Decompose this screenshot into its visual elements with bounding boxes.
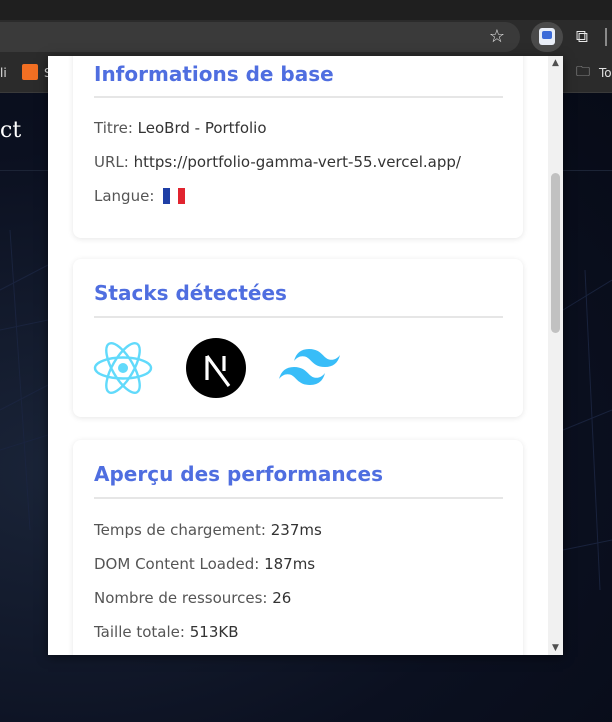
info-row-language: Langue: — [94, 187, 186, 205]
scroll-up-arrow-icon[interactable]: ▲ — [548, 56, 563, 70]
bookmark-item-partial[interactable]: li — [0, 66, 7, 80]
soundcloud-icon[interactable] — [22, 64, 38, 80]
perf-row-resources: Nombre de ressources: 26 — [94, 589, 291, 607]
popup-scroll-content[interactable]: Informations de base Titre: LeoBrd - Por… — [48, 56, 548, 655]
base-info-title: Informations de base — [94, 62, 334, 86]
base-info-divider — [94, 96, 503, 98]
info-row-url: URL: https://portfolio-gamma-vert-55.ver… — [94, 153, 461, 171]
french-flag-icon — [163, 188, 186, 204]
nextjs-icon — [186, 338, 246, 398]
perf-value: 187ms — [264, 555, 316, 573]
info-value: https://portfolio-gamma-vert-55.vercel.a… — [133, 153, 461, 171]
extension-logo-icon — [539, 28, 555, 45]
folder-icon[interactable]: 🗀 — [576, 64, 594, 80]
perf-label: Temps de chargement: — [94, 521, 266, 539]
scroll-down-arrow-icon[interactable]: ▼ — [548, 641, 563, 655]
performance-card: Aperçu des performances Temps de chargem… — [73, 440, 523, 655]
info-label: Langue: — [94, 187, 155, 205]
browser-tab-strip — [0, 0, 612, 20]
info-label: URL: — [94, 153, 129, 171]
perf-value: 513KB — [189, 623, 239, 641]
perf-label: DOM Content Loaded: — [94, 555, 260, 573]
base-info-card: Informations de base Titre: LeoBrd - Por… — [73, 56, 523, 238]
scrollbar-thumb[interactable] — [551, 173, 560, 333]
react-icon — [93, 341, 153, 395]
bookmark-star-icon[interactable]: ☆ — [486, 26, 508, 48]
perf-label: Taille totale: — [94, 623, 185, 641]
stacks-title: Stacks détectées — [94, 281, 287, 305]
perf-label: Nombre de ressources: — [94, 589, 268, 607]
info-row-title: Titre: LeoBrd - Portfolio — [94, 119, 267, 137]
tailwind-icon — [279, 349, 340, 385]
stacks-divider — [94, 316, 503, 318]
toolbar-divider — [605, 28, 607, 46]
performance-divider — [94, 497, 503, 499]
extension-button-active[interactable] — [531, 22, 563, 52]
perf-row-total-size: Taille totale: 513KB — [94, 623, 239, 641]
stacks-card: Stacks détectées — [73, 259, 523, 417]
info-value: LeoBrd - Portfolio — [137, 119, 267, 137]
bookmark-folder-label[interactable]: To — [599, 66, 612, 80]
performance-title: Aperçu des performances — [94, 462, 383, 486]
perf-row-dom-loaded: DOM Content Loaded: 187ms — [94, 555, 315, 573]
perf-value: 237ms — [270, 521, 322, 539]
extensions-puzzle-icon[interactable]: ⧉ — [571, 26, 593, 48]
perf-row-load-time: Temps de chargement: 237ms — [94, 521, 322, 539]
info-label: Titre: — [94, 119, 133, 137]
extension-popup: Informations de base Titre: LeoBrd - Por… — [48, 56, 563, 655]
popup-scrollbar[interactable]: ▲ ▼ — [548, 56, 563, 655]
perf-value: 26 — [272, 589, 292, 607]
page-header-title: ct — [0, 118, 22, 143]
address-bar[interactable] — [0, 22, 520, 52]
